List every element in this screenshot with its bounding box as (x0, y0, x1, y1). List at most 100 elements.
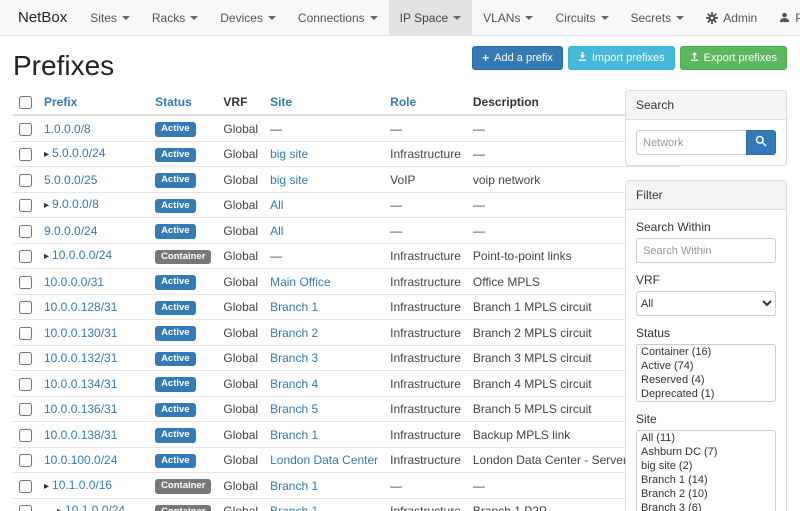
site-link[interactable]: London Data Center (270, 453, 378, 467)
row-checkbox[interactable] (19, 327, 32, 340)
site-link[interactable]: Main Office (270, 275, 330, 289)
brand-logo[interactable]: NetBox (6, 0, 79, 35)
nav-item-sites[interactable]: Sites (79, 0, 141, 35)
expand-arrow-icon: ▸ (44, 149, 49, 160)
site-link[interactable]: Branch 2 (270, 326, 318, 340)
prefix-link[interactable]: 9.0.0.0/8 (52, 197, 99, 211)
prefix-link[interactable]: 10.0.0.130/31 (44, 326, 117, 340)
site-link[interactable]: Branch 5 (270, 402, 318, 416)
nav-item-racks[interactable]: Racks (141, 0, 209, 35)
export-prefixes-button[interactable]: Export prefixes (680, 46, 787, 70)
site-link[interactable]: Branch 1 (270, 428, 318, 442)
prefix-link[interactable]: 10.0.0.138/31 (44, 428, 117, 442)
vrf-cell: Global (217, 473, 264, 499)
prefix-link[interactable]: 1.0.0.0/8 (44, 122, 91, 136)
vrf-filter-select[interactable]: All (636, 291, 776, 316)
prefix-link[interactable]: 10.0.0.132/31 (44, 351, 117, 365)
site-filter-select[interactable]: All (11)Ashburn DC (7)big site (2)Branch… (636, 430, 776, 511)
row-checkbox[interactable] (19, 352, 32, 365)
filter-option[interactable]: Reserved (4) (637, 373, 775, 387)
site-link[interactable]: Branch 1 (270, 479, 318, 493)
row-checkbox[interactable] (19, 301, 32, 314)
nav-item-connections[interactable]: Connections (287, 0, 389, 35)
prefix-link[interactable]: 5.0.0.0/24 (52, 146, 105, 160)
prefix-link[interactable]: 10.0.0.128/31 (44, 300, 117, 314)
prefix-cell: ▸5.0.0.0/24 (38, 141, 149, 167)
nav-item-profile[interactable]: Profile (768, 0, 800, 35)
site-cell: Main Office (264, 269, 384, 295)
nav-item-secrets[interactable]: Secrets (620, 0, 696, 35)
nav-item-circuits[interactable]: Circuits (544, 0, 619, 35)
search-button[interactable] (746, 130, 776, 155)
row-checkbox[interactable] (19, 148, 32, 161)
row-checkbox[interactable] (19, 480, 32, 493)
filter-option[interactable]: Branch 1 (14) (637, 473, 775, 487)
row-checkbox[interactable] (19, 199, 32, 212)
prefix-link[interactable]: 10.0.0.134/31 (44, 377, 117, 391)
chevron-down-icon (453, 16, 461, 20)
search-panel: Search (625, 90, 787, 166)
prefix-link[interactable]: 9.0.0.0/24 (44, 224, 97, 238)
site-link[interactable]: All (270, 198, 283, 212)
site-link[interactable]: Branch 1 (270, 300, 318, 314)
site-link[interactable]: big site (270, 173, 308, 187)
prefix-link[interactable]: 10.0.100.0/24 (44, 453, 117, 467)
site-link[interactable]: big site (270, 147, 308, 161)
row-checkbox[interactable] (19, 250, 32, 263)
vrf-cell: Global (217, 167, 264, 193)
row-checkbox[interactable] (19, 174, 32, 187)
site-cell: — (264, 115, 384, 141)
import-prefixes-button[interactable]: Import prefixes (568, 46, 675, 70)
row-checkbox[interactable] (19, 276, 32, 289)
role-cell: — (384, 192, 467, 218)
prefix-link[interactable]: 10.1.0.0/24 (65, 503, 125, 511)
select-all-checkbox[interactable] (19, 96, 32, 109)
role-cell: Infrastructure (384, 320, 467, 346)
prefix-link[interactable]: 10.0.0.0/24 (52, 248, 112, 262)
filter-option[interactable]: All (11) (637, 431, 775, 445)
filter-option[interactable]: Active (74) (637, 359, 775, 373)
site-link[interactable]: Branch 4 (270, 377, 318, 391)
row-checkbox[interactable] (19, 403, 32, 416)
filter-option[interactable]: Branch 2 (10) (637, 487, 775, 501)
expand-arrow-icon: ▸ (57, 506, 62, 511)
vrf-cell: Global (217, 498, 264, 511)
filter-option[interactable]: big site (2) (637, 459, 775, 473)
prefix-link[interactable]: 10.0.0.136/31 (44, 402, 117, 416)
row-checkbox[interactable] (19, 454, 32, 467)
status-filter-select[interactable]: Container (16)Active (74)Reserved (4)Dep… (636, 344, 776, 402)
role-cell: Infrastructure (384, 294, 467, 320)
nav-item-ip-space[interactable]: IP Space (389, 0, 472, 35)
nav-item-admin[interactable]: Admin (695, 0, 768, 35)
table-row: ▸10.0.0.138/31 Active Global Branch 1 In… (13, 422, 680, 448)
checkbox-cell (13, 269, 38, 295)
sort-header-site[interactable]: Site (270, 95, 292, 109)
site-link[interactable]: All (270, 224, 283, 238)
prefix-cell: ▸10.0.0.128/31 (38, 294, 149, 320)
search-input[interactable] (636, 130, 746, 155)
row-checkbox[interactable] (19, 123, 32, 136)
site-link[interactable]: Branch 1 (270, 504, 318, 511)
prefix-link[interactable]: 10.0.0.0/31 (44, 275, 104, 289)
filter-option[interactable]: Ashburn DC (7) (637, 445, 775, 459)
search-within-input[interactable] (636, 238, 776, 263)
filter-option[interactable]: Container (16) (637, 345, 775, 359)
row-checkbox[interactable] (19, 429, 32, 442)
filter-option[interactable]: Branch 3 (6) (637, 501, 775, 511)
site-link[interactable]: Branch 3 (270, 351, 318, 365)
add-prefix-button[interactable]: + Add a prefix (472, 46, 563, 70)
prefix-link[interactable]: 10.1.0.0/16 (52, 478, 112, 492)
sort-header-status[interactable]: Status (155, 95, 192, 109)
sort-header-role[interactable]: Role (390, 95, 416, 109)
checkbox-cell (13, 320, 38, 346)
row-checkbox[interactable] (19, 505, 32, 511)
row-checkbox[interactable] (19, 378, 32, 391)
nav-item-devices[interactable]: Devices (209, 0, 287, 35)
prefix-link[interactable]: 5.0.0.0/25 (44, 173, 97, 187)
filter-option[interactable]: Deprecated (1) (637, 387, 775, 401)
nav-item-vlans[interactable]: VLANs (472, 0, 544, 35)
table-row: ▸10.1.0.0/16 Container Global Branch 1 —… (13, 473, 680, 499)
row-checkbox[interactable] (19, 225, 32, 238)
status-cell: Active (149, 218, 217, 244)
sort-header-prefix[interactable]: Prefix (44, 95, 77, 109)
